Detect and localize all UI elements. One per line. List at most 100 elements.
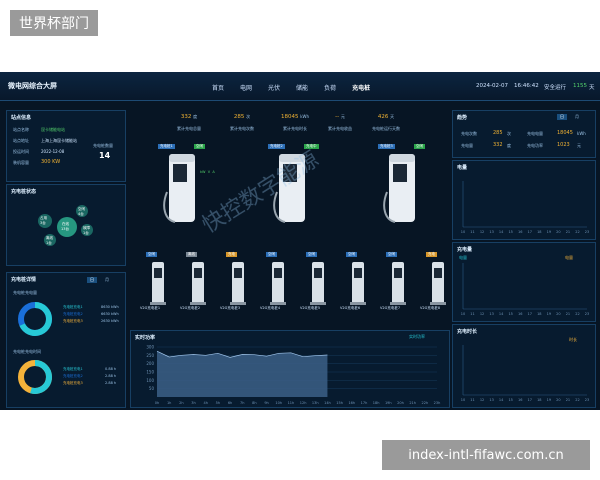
realtime-xtick: 5h xyxy=(216,401,220,405)
realtime-xtick: 21h xyxy=(409,401,416,405)
realtime-xtick: 19h xyxy=(385,401,392,405)
station-address-label: 站点地址 xyxy=(13,138,29,143)
big-charger-1-metrics: kW V A xyxy=(200,170,215,174)
trend-row1-value1: 285 xyxy=(493,130,503,136)
realtime-xtick: 6h xyxy=(228,401,232,405)
details-tab-day[interactable]: 日 xyxy=(87,277,97,283)
trend-row2-unit1: 度 xyxy=(507,143,511,148)
right-chart-xtick: 16 xyxy=(518,230,522,234)
safe-run-unit: 天 xyxy=(589,85,595,91)
energy-legend-1-name: 充电桩充电1 xyxy=(63,305,83,309)
bubble-offline-value: 1台 xyxy=(46,241,52,245)
right-chart-xtick: 16 xyxy=(518,398,522,402)
realtime-ytick: 100 xyxy=(146,378,154,383)
small-charger-1[interactable]: 空闲 V2G充电桩1 xyxy=(140,252,178,314)
main-nav: 首页 电网 光伏 储能 负荷 充电桩 xyxy=(212,83,370,92)
dashboard-title: 微电网综合大屏 xyxy=(8,82,57,90)
nav-load[interactable]: 负荷 xyxy=(324,83,336,92)
small-charger-8-name: V2G充电桩8 xyxy=(420,306,441,310)
right-chart-xtick: 15 xyxy=(508,230,512,234)
realtime-xtick: 23h xyxy=(434,401,441,405)
small-charger-3-graphic xyxy=(230,262,246,305)
stat-total-revenue-unit: 元 xyxy=(340,114,345,119)
nav-home[interactable]: 首页 xyxy=(212,83,224,92)
trend-row2-label2: 充电功率 xyxy=(527,143,543,148)
nav-charging[interactable]: 充电桩 xyxy=(352,83,370,92)
details-tab-month[interactable]: 月 xyxy=(105,277,109,283)
energy-legend-2-name: 充电桩充电2 xyxy=(63,312,83,316)
right-chart-xtick: 23 xyxy=(585,398,589,402)
time-legend-2-value: 2.88 h xyxy=(105,374,117,378)
stat-run-days-value: 426 xyxy=(377,114,389,120)
realtime-xtick: 10h xyxy=(275,401,282,405)
big-charger-3-status: 空闲 xyxy=(414,144,425,149)
capacity-value: 300 KW xyxy=(41,159,61,165)
time-legend-3-name: 充电桩充电3 xyxy=(63,381,83,385)
commission-date-label: 投运时间 xyxy=(13,149,29,154)
stat-total-duration-unit: kWh xyxy=(300,114,310,119)
big-charger-3[interactable]: 充电桩3 空闲 xyxy=(378,144,438,224)
realtime-xtick: 22h xyxy=(421,401,428,405)
trend-title: 趋势 xyxy=(457,115,468,121)
trend-row1-unit1: 次 xyxy=(507,131,511,136)
right-chart-xtick: 13 xyxy=(489,398,493,402)
right-chart-xtick: 22 xyxy=(575,312,579,316)
realtime-xtick: 1h xyxy=(167,401,171,405)
stat-total-duration-label: 累计充电时长 xyxy=(283,126,307,131)
pile-count-label: 充电桩数量 xyxy=(93,143,113,148)
right-chart-xtick: 20 xyxy=(556,398,560,402)
trend-tab-month[interactable]: 月 xyxy=(575,114,579,120)
right-chart-xtick: 16 xyxy=(518,312,522,316)
small-charger-4[interactable]: 空闲 V2G充电桩4 xyxy=(260,252,298,314)
right-chart-xtick: 22 xyxy=(575,398,579,402)
right-chart-xtick: 13 xyxy=(489,230,493,234)
right-chart-xtick: 15 xyxy=(508,312,512,316)
energy-chart: 10 11 12 13 14 15 16 17 18 19 20 21 22 23 xyxy=(461,181,589,234)
trend-row2-label1: 充电量 xyxy=(461,143,473,148)
time-legend-1-value: 0.88 h xyxy=(105,367,117,371)
realtime-ytick: 200 xyxy=(146,361,154,366)
stat-total-revenue-value: -- xyxy=(335,114,340,120)
right-chart-xtick: 18 xyxy=(537,398,541,402)
realtime-power-panel: 实时功率 实时功率 300 250 200 150 100 50 0h 1h 2h 3h 4h 5h 6… xyxy=(130,330,450,408)
small-charger-6[interactable]: 空闲 V2G充电桩6 xyxy=(340,252,378,314)
nav-pv[interactable]: 光伏 xyxy=(268,83,280,92)
charge-amount-chart: 10 11 12 13 14 15 16 17 18 19 20 21 22 23 xyxy=(461,263,589,316)
small-charger-1-name: V2G充电桩1 xyxy=(140,306,161,310)
realtime-xtick: 12h xyxy=(300,401,307,405)
right-chart-xtick: 11 xyxy=(470,398,474,402)
realtime-xtick: 17h xyxy=(361,401,368,405)
right-chart-xtick: 15 xyxy=(508,398,512,402)
nav-grid[interactable]: 电网 xyxy=(240,83,252,92)
right-chart-xtick: 10 xyxy=(461,312,465,316)
realtime-ytick: 150 xyxy=(146,370,154,375)
small-charger-3[interactable]: 充电 V2G充电桩3 xyxy=(220,252,258,314)
small-charger-7[interactable]: 空闲 V2G充电桩7 xyxy=(380,252,418,314)
right-chart-xtick: 12 xyxy=(480,398,484,402)
stat-total-energy-label: 累计充电总量 xyxy=(177,126,201,131)
small-charger-6-status: 空闲 xyxy=(346,252,357,257)
right-chart-xtick: 21 xyxy=(566,398,570,402)
nav-storage[interactable]: 储能 xyxy=(296,83,308,92)
small-charger-7-status: 空闲 xyxy=(386,252,397,257)
station-name-value: 昆卡储能电站 xyxy=(41,127,65,132)
right-chart-xtick: 12 xyxy=(480,230,484,234)
trend-tab-day[interactable]: 日 xyxy=(557,114,567,120)
right-chart-xtick: 17 xyxy=(528,230,532,234)
right-chart-xtick: 11 xyxy=(470,312,474,316)
time-legend-2-name: 充电桩充电2 xyxy=(63,374,83,378)
realtime-xtick: 14h xyxy=(324,401,331,405)
realtime-ytick: 50 xyxy=(149,386,155,391)
realtime-xtick: 11h xyxy=(288,401,295,405)
stat-total-energy-value: 332 xyxy=(180,114,192,120)
right-chart-xtick: 23 xyxy=(585,312,589,316)
small-charger-2[interactable]: 离线 V2G充电桩2 xyxy=(180,252,218,314)
small-charger-5[interactable]: 空闲 V2G充电桩5 xyxy=(300,252,338,314)
pile-status-panel: 充电桩状态 占用 3台 空闲 4台 在线 13台 故障 1台 离线 1台 xyxy=(6,184,126,266)
bubble-online-value: 13台 xyxy=(61,227,69,231)
top-left-caption: 世界杯部门 xyxy=(10,10,98,36)
stat-run-days: 426 天 充电桩运行天数 xyxy=(362,114,410,134)
donut-time xyxy=(18,360,52,394)
realtime-xtick: 15h xyxy=(336,401,343,405)
stat-total-duration-value: 18045 xyxy=(280,114,299,120)
